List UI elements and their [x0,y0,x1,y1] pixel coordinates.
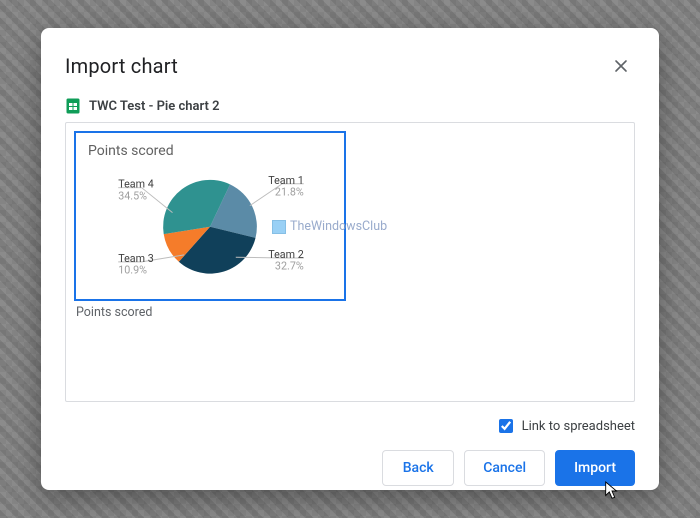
link-to-spreadsheet-checkbox[interactable] [499,419,513,433]
pie-chart: Team 121.8%Team 232.7%Team 310.9%Team 43… [76,133,344,299]
cancel-button[interactable]: Cancel [464,450,545,486]
chart-picker-area: Points scored Team 121.8%Team 232.7%Team… [65,122,635,402]
source-document-row: TWC Test - Pie chart 2 [65,98,635,114]
import-chart-dialog: Import chart TWC Test - Pie chart 2 Poin… [41,28,659,490]
source-document-name: TWC Test - Pie chart 2 [89,99,220,114]
dialog-button-row: Back Cancel Import [65,450,635,486]
slice-percent: 32.7% [275,260,304,273]
back-button-label: Back [403,460,434,476]
watermark-icon [272,220,286,234]
slice-percent: 10.9% [118,264,147,277]
slice-percent: 34.5% [118,189,147,202]
dialog-title: Import chart [65,54,178,78]
watermark-text: TheWindowsClub [290,219,387,234]
slice-percent: 21.8% [275,185,304,198]
link-to-spreadsheet-label[interactable]: Link to spreadsheet [522,419,635,434]
close-icon [613,58,629,74]
chart-caption: Points scored [74,305,346,320]
back-button[interactable]: Back [382,450,454,486]
sheets-icon [65,98,81,114]
close-button[interactable] [607,52,635,80]
import-button[interactable]: Import [555,450,635,486]
cancel-button-label: Cancel [483,460,526,476]
watermark: TheWindowsClub [272,219,387,234]
chart-thumbnail[interactable]: Points scored Team 121.8%Team 232.7%Team… [74,131,346,301]
link-option-row: Link to spreadsheet [65,416,635,436]
import-button-label: Import [574,460,616,476]
